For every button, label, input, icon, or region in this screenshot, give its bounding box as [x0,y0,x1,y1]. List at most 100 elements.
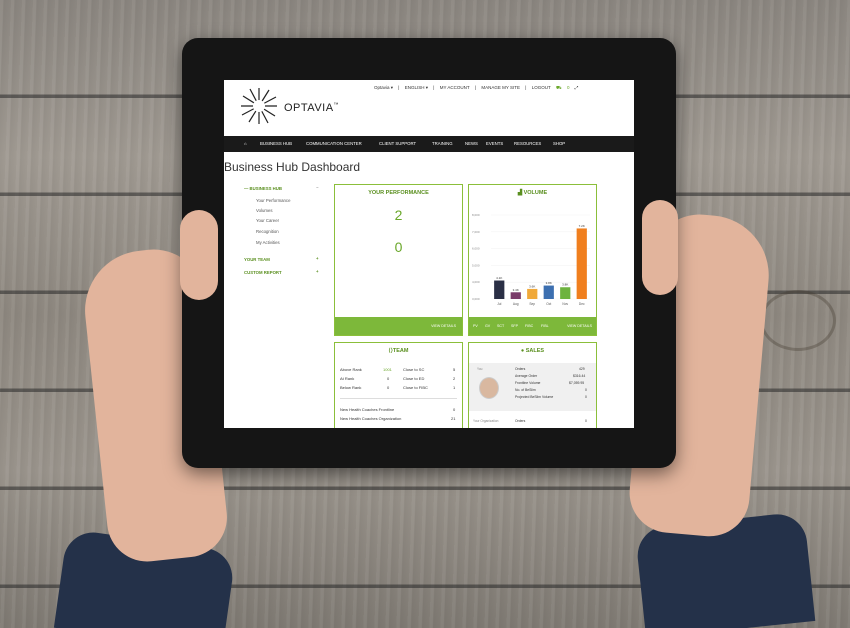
team-value: 21 [451,416,456,421]
sidebar-item-your-performance[interactable]: Your Performance [256,198,290,203]
data-label: 7.2K [579,224,585,228]
sales-value: 0 [585,388,587,392]
team-label: New Health Coaches Frontline [340,407,395,412]
x-tick-label: Oct [546,302,551,306]
nav-item-resources[interactable]: RESOURCES [514,141,541,146]
top-links: Optavia ▾ | ENGLISH ▾ | MY ACCOUNT | MAN… [374,85,582,92]
x-tick-label: Sep [529,302,535,306]
team-label: Below Rank [340,385,362,390]
team-label: At Rank [340,376,355,381]
performance-view-details[interactable]: VIEW DETAILS [431,324,456,328]
performance-card: YOUR PERFORMANCE 2 0 VIEW DETAILS [334,184,463,336]
performance-title: YOUR PERFORMANCE [368,190,429,196]
expand-icon[interactable]: ⤢ [575,85,579,90]
bar [576,228,587,299]
team-value: 0 [453,407,456,412]
performance-value: 0 [394,239,403,255]
nav-item-events[interactable]: EVENTS [486,141,503,146]
sidebar-expand-icon[interactable]: + [316,256,319,261]
team-label: Close to ED [403,376,425,381]
nav-item-training[interactable]: TRAINING [432,141,453,146]
team-label: Close to FIBC [403,385,428,390]
brand-name: OPTAVIA™ [284,102,340,114]
sidebar-expand-icon[interactable]: + [316,269,319,274]
sales-org-label: Your Organization [473,419,499,423]
bar [560,287,571,299]
y-tick-label: 4,000 [472,280,480,284]
team-divider [340,398,457,399]
volume-tab[interactable]: SFP [511,324,518,328]
sidebar-custom-report[interactable]: CUSTOM REPORT [244,270,282,275]
sidebar-business-hub[interactable]: — BUSINESS HUB [244,186,282,191]
nav-item-business-hub[interactable]: BUSINESS HUB [260,141,292,146]
volume-tab[interactable]: FIBC [525,324,533,328]
sales-label: No. of BeSlim [515,388,536,392]
sidebar-item-volumes[interactable]: Volumes [256,208,272,213]
wooden-table-photo: OPTAVIA™ Optavia ▾ | ENGLISH ▾ | MY ACCO… [0,0,850,628]
right-thumb [642,200,678,295]
nav-item-shop[interactable]: SHOP [553,141,565,146]
volume-tab[interactable]: GV [485,324,490,328]
y-tick-label: 3,000 [472,297,480,301]
tablet-screen: OPTAVIA™ Optavia ▾ | ENGLISH ▾ | MY ACCO… [224,80,634,428]
sales-you-label: You [477,367,483,371]
top-link[interactable]: MANAGE MY SITE [481,85,520,90]
avatar [479,377,499,399]
top-link[interactable]: ENGLISH ▾ [405,85,428,90]
sales-title: ● SALES [520,348,545,354]
top-link[interactable]: MY ACCOUNT [440,85,470,90]
sales-label: Orders [515,367,526,371]
team-label: New Health Coaches Organization [340,416,402,421]
top-link[interactable]: LOGOUT [532,85,551,90]
performance-value: 2 [394,207,403,223]
x-tick-label: Jul [497,302,501,306]
sales-value: 0 [585,419,587,423]
team-value: 5 [453,367,456,372]
team-value: 1 [453,385,456,390]
x-tick-label: Aug [513,302,519,306]
team-value: 1001 [383,367,392,372]
y-tick-label: 6,000 [472,247,480,251]
top-link-separator: | [398,85,400,90]
performance-caption-line [335,227,462,231]
data-label: 3.4K [513,288,519,292]
sidebar-collapse-icon[interactable]: − [316,185,319,190]
volume-tab[interactable]: SCT [497,324,504,328]
bar [494,280,505,299]
bar [510,292,521,299]
sidebar-your-team[interactable]: YOUR TEAM [244,257,270,262]
nav-item-client-support[interactable]: CLIENT SUPPORT [379,141,416,146]
sales-card: ● SALES You Orders 429 Average Order $31… [468,342,597,428]
sidebar-item-my-activities[interactable]: My Activities [256,240,280,245]
volume-tab[interactable]: PV [473,324,478,328]
sidebar-item-recognition[interactable]: Recognition [256,229,279,234]
sidebar-item-your-career[interactable]: Your Career [256,218,279,223]
site-header: OPTAVIA™ Optavia ▾ | ENGLISH ▾ | MY ACCO… [224,80,634,136]
team-value: 2 [453,376,456,381]
team-title: ⟨⟩TEAM [388,348,409,354]
performance-view-details-bar[interactable]: VIEW DETAILS [335,317,462,335]
page-title: Business Hub Dashboard [224,160,361,174]
home-icon[interactable]: ⌂ [244,141,247,146]
optavia-logo-icon [241,88,277,124]
cart-icon[interactable]: ⛟ [556,85,562,90]
sales-value: $7,059.95 [569,381,585,385]
volume-tab[interactable]: FIBL [541,324,549,328]
x-tick-label: Nov [562,302,568,306]
sales-label: Orders [515,419,526,423]
volume-chart: 3,000 4,000 5,000 6,000 7,000 8,000 4.1K Jul 3.4… [472,213,590,306]
nav-item-communication-center[interactable]: COMMUNICATION CENTER [306,141,362,146]
top-link[interactable]: Optavia ▾ [374,85,393,90]
team-label: Close to SC [403,367,425,372]
volume-title: ▟ VOLUME [517,190,548,196]
data-label: 3.8K [562,283,568,287]
sales-label: Average Order [515,374,538,378]
sales-value: 0 [585,395,587,399]
top-link-separator: | [474,85,477,90]
y-tick-label: 7,000 [472,230,480,234]
volume-view-details[interactable]: VIEW DETAILS [567,324,592,328]
team-value: 0 [387,376,390,381]
left-thumb [180,210,218,300]
team-card: ⟨⟩TEAM Above Rank 1001 Close to SC 5 At … [334,342,463,428]
nav-item-news[interactable]: NEWS [465,141,478,146]
